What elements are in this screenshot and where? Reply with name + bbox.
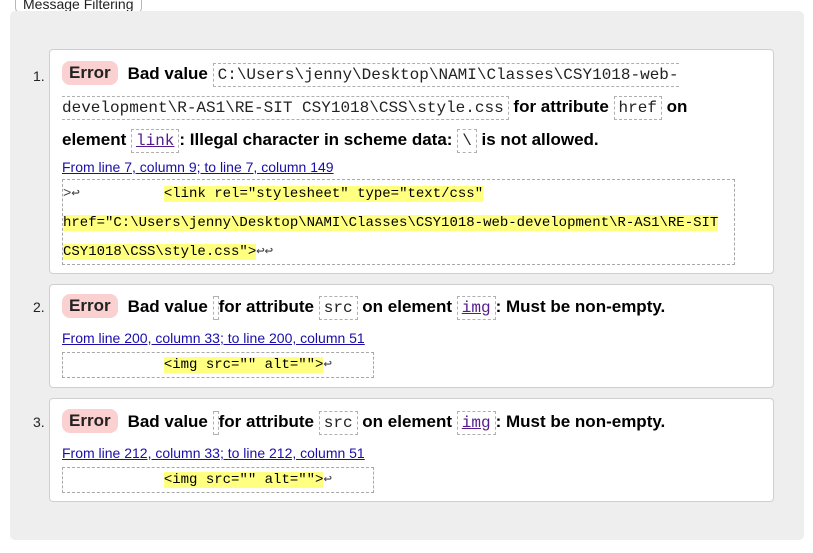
message-tail-post: is not allowed. xyxy=(481,130,599,149)
element-link[interactable]: link xyxy=(136,132,174,150)
message-number: 1. xyxy=(33,68,45,84)
return-icon: ↩↩ xyxy=(256,244,274,260)
element-link[interactable]: img xyxy=(462,299,491,317)
extract-highlight: CSY1018\CSS\style.css"> xyxy=(63,244,257,260)
illegal-char-code: \ xyxy=(457,129,477,153)
element-name-code: img xyxy=(456,296,496,320)
for-attribute-label: for attribute xyxy=(218,297,315,316)
extract-line: <img src="" alt="">↩ xyxy=(63,468,373,492)
bad-value-label: Bad value xyxy=(127,412,208,431)
extract-line: CSY1018\CSS\style.css">↩↩ xyxy=(63,238,734,267)
message-tail: : Must be non-empty. xyxy=(495,412,666,431)
error-badge: Error xyxy=(62,294,118,318)
message-item-3: 3. Error Bad value for attribute src on e… xyxy=(33,398,774,502)
messages-panel: 1. Error Bad value C:\Users\jenny\Desktop… xyxy=(10,11,804,540)
extract-highlight: <img src="" alt=""> xyxy=(163,472,324,488)
extract-lead xyxy=(63,472,164,488)
message-text: Error Bad value for attribute src on elem… xyxy=(62,291,732,324)
bad-value-label: Bad value xyxy=(127,297,208,316)
message-number: 3. xyxy=(33,414,45,430)
extract-highlight: <link rel="stylesheet" type="text/css" xyxy=(163,186,484,202)
bad-value-label: Bad value xyxy=(127,64,208,83)
return-icon: ↩ xyxy=(323,357,332,373)
error-badge: Error xyxy=(62,61,118,85)
attribute-name-code: src xyxy=(318,296,358,320)
extract-line: href="C:\Users\jenny\Desktop\NAMI\Classe… xyxy=(63,209,734,238)
message-tail: : Must be non-empty. xyxy=(495,297,666,316)
extract-lead: >↩ xyxy=(63,186,164,202)
extract-line: >↩ <link rel="stylesheet" type="text/css… xyxy=(63,180,734,209)
message-number: 2. xyxy=(33,299,45,315)
attribute-name-code: href xyxy=(613,96,662,120)
element-name-code: img xyxy=(456,411,496,435)
attribute-name-code: src xyxy=(318,411,358,435)
extract-highlight: <img src="" alt=""> xyxy=(163,357,324,373)
on-element-label: on element xyxy=(362,412,453,431)
message-text: Error Bad value C:\Users\jenny\Desktop\NA… xyxy=(62,58,732,157)
code-extract: >↩ <link rel="stylesheet" type="text/css… xyxy=(62,179,735,265)
on-element-label: on element xyxy=(362,297,453,316)
extract-line: <img src="" alt="">↩ xyxy=(63,353,373,377)
element-link[interactable]: img xyxy=(462,414,491,432)
error-badge: Error xyxy=(62,409,118,433)
for-attribute-label: for attribute xyxy=(218,412,315,431)
message-item-1: 1. Error Bad value C:\Users\jenny\Desktop… xyxy=(33,49,774,274)
extract-lead xyxy=(63,357,164,373)
message-tail: : Illegal character in scheme data: xyxy=(179,130,453,149)
code-extract: <img src="" alt="">↩ xyxy=(62,352,374,378)
source-location-link[interactable]: From line 212, column 33; to line 212, c… xyxy=(62,444,365,462)
extract-highlight: href="C:\Users\jenny\Desktop\NAMI\Classe… xyxy=(63,215,719,231)
code-extract: <img src="" alt="">↩ xyxy=(62,467,374,493)
message-text: Error Bad value for attribute src on elem… xyxy=(62,406,732,439)
source-location-link[interactable]: From line 7, column 9; to line 7, column… xyxy=(62,158,334,176)
return-icon: ↩ xyxy=(323,472,332,488)
source-location-link[interactable]: From line 200, column 33; to line 200, c… xyxy=(62,329,365,347)
for-attribute-label: for attribute xyxy=(513,97,609,116)
message-item-2: 2. Error Bad value for attribute src on e… xyxy=(33,284,774,388)
element-name-code: link xyxy=(130,129,180,153)
